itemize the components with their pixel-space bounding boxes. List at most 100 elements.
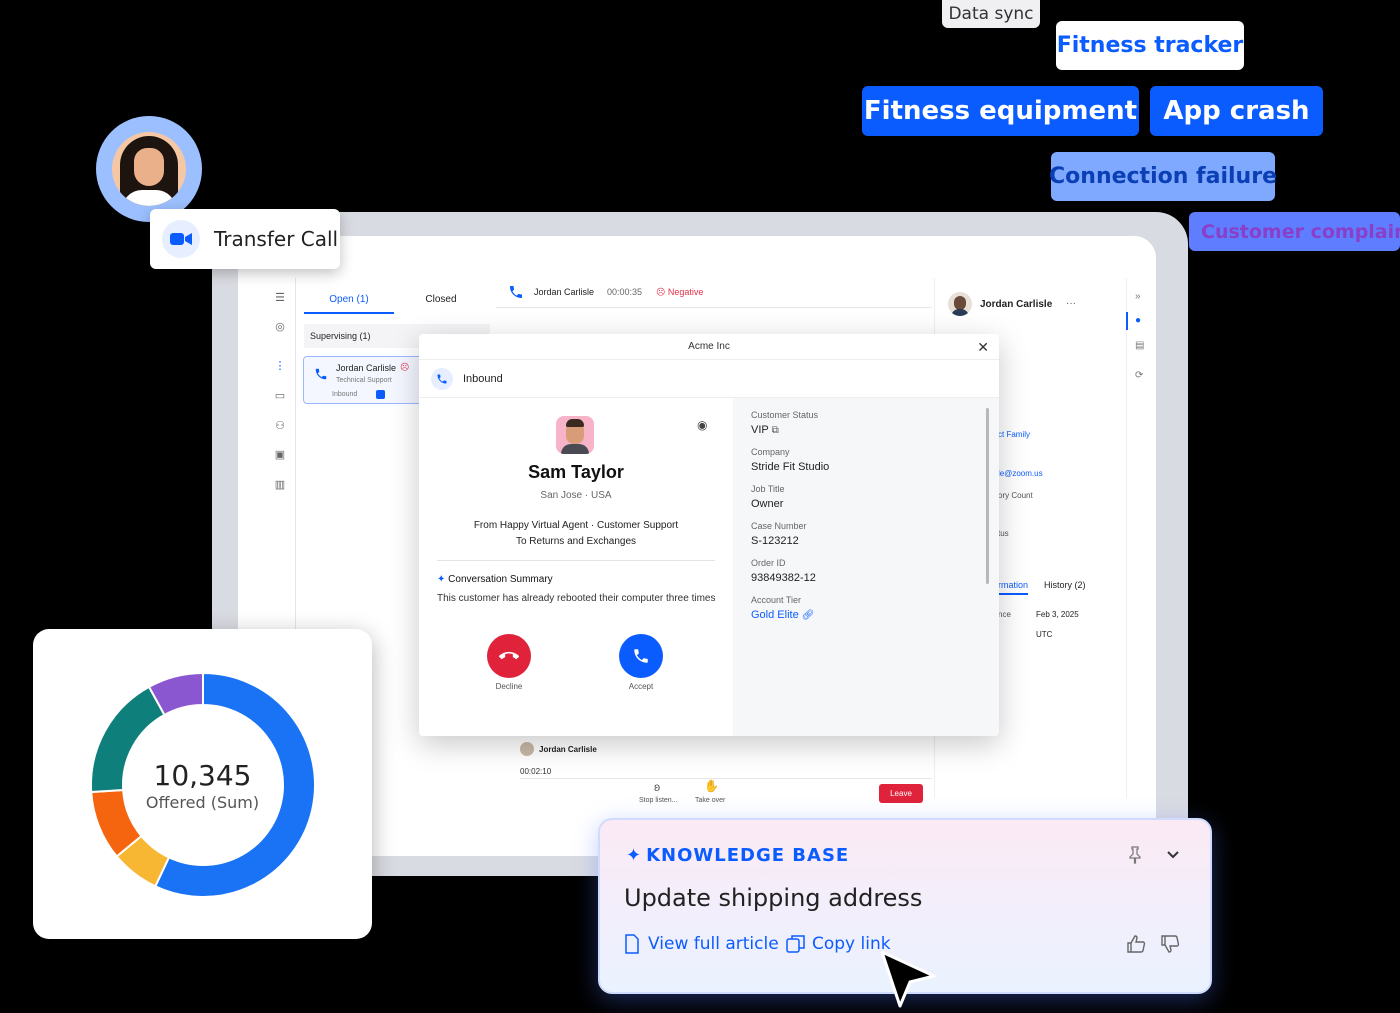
phone-icon xyxy=(315,368,327,380)
account-tier-link[interactable]: Gold Elite 🔗︎ xyxy=(751,609,981,621)
copy-link-button[interactable]: Copy link xyxy=(786,934,891,954)
monitor-time: 00:02:10 xyxy=(520,767,552,776)
offered-donut-card: 10,345 Offered (Sum) xyxy=(33,629,372,939)
tab-information[interactable]: rmation xyxy=(998,580,1029,595)
modal-direction-bar: Inbound xyxy=(419,360,999,398)
summary-text: This customer has already rebooted their… xyxy=(437,593,716,604)
tag-fitness-tracker[interactable]: Fitness tracker xyxy=(1056,21,1244,70)
more-options-icon[interactable]: ··· xyxy=(1066,298,1076,309)
summary-title-text: Conversation Summary xyxy=(448,574,553,585)
customer-field-fragment[interactable]: ct Family xyxy=(998,430,1030,439)
expand-icon[interactable]: » xyxy=(1135,291,1141,302)
field-value: 93849382-12 xyxy=(751,572,816,584)
contacts-icon[interactable]: ⚇ xyxy=(272,420,288,432)
tab-closed[interactable]: Closed xyxy=(404,290,478,314)
field-value: Stride Fit Studio xyxy=(751,461,830,473)
field-company: Company Stride Fit Studio xyxy=(751,447,981,473)
close-icon[interactable]: ✕ xyxy=(977,334,989,360)
customer-name: Jordan Carlisle xyxy=(980,299,1053,310)
kb-article-title[interactable]: Update shipping address xyxy=(624,884,922,912)
hand-icon[interactable]: ✋ xyxy=(704,779,719,793)
transfer-call-label: Transfer Call xyxy=(214,227,339,251)
leave-button[interactable]: Leave xyxy=(879,784,923,803)
phone-icon xyxy=(634,649,648,663)
call-direction-label: Inbound xyxy=(463,372,503,385)
contact-card-icon[interactable]: ▣ xyxy=(272,449,288,461)
tag-fitness-equipment[interactable]: Fitness equipment xyxy=(862,86,1139,136)
queue-tabs: Open (1) Closed xyxy=(304,290,484,316)
view-full-article-link[interactable]: View full article xyxy=(624,934,779,954)
tag-app-crash[interactable]: App crash xyxy=(1150,86,1323,136)
queue-call-card[interactable]: Jordan Carlisle ☹ Technical Support Inbo… xyxy=(303,356,423,404)
accept-button[interactable] xyxy=(619,634,663,678)
accept-label: Accept xyxy=(628,682,654,691)
agent-avatar[interactable] xyxy=(96,116,202,222)
summary-title: ✦ Conversation Summary xyxy=(437,574,553,585)
customer-details: Customer Status VIP ⧉ Company Stride Fit… xyxy=(733,398,999,736)
view-full-article-label: View full article xyxy=(648,934,779,954)
stop-listening-button[interactable]: Stop listen... xyxy=(639,797,678,804)
field-label: Company xyxy=(751,447,790,457)
profile-icon[interactable]: ● xyxy=(1135,315,1141,326)
pin-icon[interactable] xyxy=(1128,846,1142,864)
field-label: Case Number xyxy=(751,521,807,531)
caller-location: San Jose · USA xyxy=(540,490,612,501)
take-over-button[interactable]: Take over xyxy=(695,797,725,804)
document-icon xyxy=(625,934,639,954)
tag-connection-failure[interactable]: Connection failure xyxy=(1049,152,1277,201)
caller-route: From Happy Virtual Agent · Customer Supp… xyxy=(419,518,733,550)
decline-label: Decline xyxy=(495,682,523,691)
headset-icon[interactable]: ◎ xyxy=(272,321,288,333)
caller-info: ◉ Sam Taylor San Jose · USA From Happy V… xyxy=(419,398,733,736)
chevron-down-icon[interactable] xyxy=(1166,848,1180,862)
ear-icon[interactable]: ʚ xyxy=(654,780,660,794)
route-to: To Returns and Exchanges xyxy=(515,536,637,547)
field-account-tier: Account Tier Gold Elite 🔗︎ xyxy=(751,595,981,621)
thumbs-up-icon[interactable] xyxy=(1126,934,1146,954)
inbox-icon[interactable]: ▭ xyxy=(272,390,288,402)
active-caller-name: Jordan Carlisle xyxy=(534,287,595,297)
customer-field-fragment: tus xyxy=(998,529,1009,538)
donut-total-value: 10,345 xyxy=(153,759,252,792)
channel-badge-icon xyxy=(376,390,385,399)
sentiment-badge: ☹ Negative xyxy=(656,287,704,297)
link-icon: 🔗︎ xyxy=(801,610,815,621)
transfer-call-button[interactable]: Transfer Call xyxy=(150,209,340,269)
call-duration: 00:00:35 xyxy=(607,287,643,297)
field-job-title: Job Title Owner xyxy=(751,484,981,510)
tag-customer-complaint[interactable]: Customer complaint xyxy=(1189,212,1400,251)
analytics-icon[interactable]: ▥ xyxy=(272,479,288,491)
decline-button[interactable] xyxy=(487,634,531,678)
queue-caller-dept: Technical Support xyxy=(336,377,392,384)
field-label: Customer Status xyxy=(751,410,819,420)
field-value: S-123212 xyxy=(751,535,799,547)
active-tab-indicator xyxy=(1126,312,1128,330)
customer-email-fragment[interactable]: le@zoom.us xyxy=(998,469,1043,478)
customer-avatar xyxy=(948,292,972,316)
history-icon[interactable]: ⟳ xyxy=(1135,370,1143,381)
field-value: Owner xyxy=(751,498,784,510)
menu-icon[interactable]: ☰ xyxy=(272,292,288,304)
sparkle-icon: ✦ xyxy=(626,845,643,866)
field-value: VIP ⧉ xyxy=(751,424,981,436)
details-scrollbar[interactable] xyxy=(986,408,989,584)
thumbs-down-icon[interactable] xyxy=(1160,934,1180,954)
copy-icon[interactable]: ⧉ xyxy=(772,425,779,436)
monitor-caller-name: Jordan Carlisle xyxy=(539,745,597,754)
customer-field-fragment: ory Count xyxy=(998,491,1033,500)
monitoring-strip: Jordan Carlisle 00:02:10 ʚ Stop listen..… xyxy=(496,736,932,808)
field-value-text: VIP xyxy=(751,424,769,436)
tab-open[interactable]: Open (1) xyxy=(304,290,394,314)
notes-icon[interactable]: ▤ xyxy=(1135,340,1144,351)
negative-sentiment-icon: ☹ xyxy=(400,362,410,372)
route-from: From Happy Virtual Agent · Customer Supp… xyxy=(473,520,679,531)
eye-icon[interactable]: ◉ xyxy=(697,418,707,432)
field-value-text: Gold Elite xyxy=(751,609,799,621)
active-call-strip: Jordan Carlisle 00:00:35 ☹ Negative xyxy=(496,278,932,308)
donut-total-label: Offered (Sum) xyxy=(145,793,260,812)
queue-icon[interactable]: ⋮ xyxy=(272,360,288,372)
field-label: Job Title xyxy=(751,484,785,494)
tab-history[interactable]: History (2) xyxy=(1044,580,1086,590)
tag-data-sync[interactable]: Data sync xyxy=(942,0,1040,28)
mouse-cursor-icon xyxy=(880,950,936,1008)
